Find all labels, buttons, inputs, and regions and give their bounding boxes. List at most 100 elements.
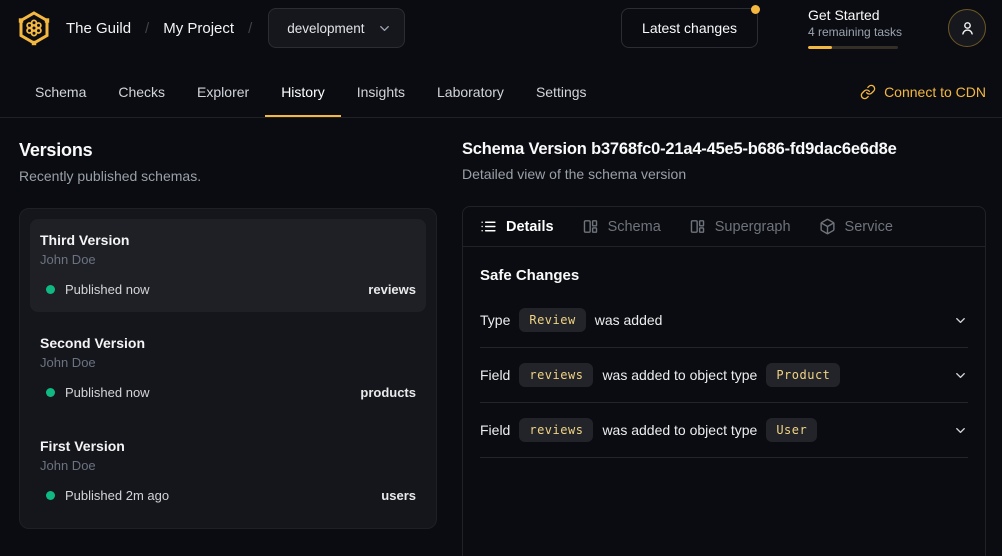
tab-laboratory[interactable]: Laboratory [421, 68, 520, 117]
tab-settings[interactable]: Settings [520, 68, 603, 117]
version-list-item[interactable]: Third Version John Doe Published now rev… [30, 219, 426, 312]
version-name: First Version [40, 438, 416, 454]
change-middle: was added to object type [602, 422, 757, 438]
published-label: Published now [65, 385, 150, 400]
version-status-row: Published 2m ago users [40, 488, 416, 503]
target-selector-dropdown[interactable]: development [268, 8, 404, 48]
columns-icon [689, 218, 706, 235]
versions-title: Versions [19, 140, 437, 161]
chevron-down-icon[interactable] [953, 313, 968, 328]
tab-schema[interactable]: Schema [19, 68, 102, 117]
service-name: products [360, 385, 416, 400]
service-name: reviews [368, 282, 416, 297]
tab-checks[interactable]: Checks [102, 68, 181, 117]
tab-explorer[interactable]: Explorer [181, 68, 265, 117]
tab-label: Service [845, 219, 893, 235]
tab-service[interactable]: Service [819, 218, 893, 235]
version-status-row: Published now reviews [40, 282, 416, 297]
breadcrumb: The Guild / My Project / [66, 20, 252, 37]
target-selector-value: development [287, 21, 364, 36]
schema-version-panel: Details Schema [462, 206, 986, 556]
top-bar: The Guild / My Project / development Lat… [0, 0, 1002, 56]
main-nav: Schema Checks Explorer History Insights … [0, 56, 1002, 118]
tab-label: History [281, 84, 325, 100]
version-author: John Doe [40, 355, 416, 370]
tab-schema-view[interactable]: Schema [582, 218, 661, 235]
change-row[interactable]: Field reviews was added to object type P… [480, 348, 968, 403]
change-row[interactable]: Type Review was added [480, 293, 968, 348]
chevron-down-icon[interactable] [953, 423, 968, 438]
change-prefix: Type [480, 312, 510, 328]
breadcrumb-project[interactable]: My Project [163, 20, 234, 37]
version-name: Second Version [40, 335, 416, 351]
get-started-title: Get Started [808, 7, 898, 25]
change-middle: was added [595, 312, 663, 328]
version-name: Third Version [40, 232, 416, 248]
published-dot-icon [46, 491, 55, 500]
connect-to-cdn-link[interactable]: Connect to CDN [860, 68, 986, 117]
change-code-badge: Product [766, 363, 840, 387]
tab-label: Insights [357, 84, 405, 100]
page-content: Versions Recently published schemas. Thi… [0, 118, 1002, 556]
cube-icon [819, 218, 836, 235]
versions-subtitle: Recently published schemas. [19, 168, 437, 184]
version-list-item[interactable]: First Version John Doe Published 2m ago … [30, 425, 426, 518]
published-dot-icon [46, 388, 55, 397]
tab-label: Schema [35, 84, 86, 100]
person-icon [958, 19, 977, 38]
published-dot-icon [46, 285, 55, 294]
schema-version-title: Schema Version b3768fc0-21a4-45e5-b686-f… [462, 140, 986, 159]
version-list: Third Version John Doe Published now rev… [19, 208, 437, 529]
tab-label: Explorer [197, 84, 249, 100]
tab-label: Laboratory [437, 84, 504, 100]
get-started-subtitle: 4 remaining tasks [808, 24, 898, 40]
tab-history[interactable]: History [265, 68, 341, 117]
get-started-progress-fill [808, 46, 832, 50]
breadcrumb-org[interactable]: The Guild [66, 20, 131, 37]
safe-changes-title: Safe Changes [480, 267, 968, 284]
nav-spacer [603, 68, 861, 117]
change-code-badge: Review [519, 308, 585, 332]
chevron-down-icon[interactable] [953, 368, 968, 383]
schema-version-detail-column: Schema Version b3768fc0-21a4-45e5-b686-f… [462, 140, 986, 556]
tab-label: Schema [608, 219, 661, 235]
list-icon [480, 218, 497, 235]
published-label: Published 2m ago [65, 488, 169, 503]
change-prefix: Field [480, 422, 510, 438]
get-started-progress-bar [808, 46, 898, 50]
tab-label: Checks [118, 84, 165, 100]
app-root: The Guild / My Project / development Lat… [0, 0, 1002, 556]
version-status-row: Published now products [40, 385, 416, 400]
connect-to-cdn-label: Connect to CDN [884, 84, 986, 100]
tab-label: Details [506, 219, 554, 235]
published-label: Published now [65, 282, 150, 297]
version-list-item[interactable]: Second Version John Doe Published now pr… [30, 322, 426, 415]
change-middle: was added to object type [602, 367, 757, 383]
change-code-badge: User [766, 418, 817, 442]
breadcrumb-separator: / [145, 20, 149, 37]
change-code-badge: reviews [519, 363, 593, 387]
versions-column: Versions Recently published schemas. Thi… [19, 140, 437, 556]
tab-insights[interactable]: Insights [341, 68, 421, 117]
version-author: John Doe [40, 458, 416, 473]
tab-label: Settings [536, 84, 587, 100]
user-avatar[interactable] [948, 9, 986, 47]
detail-body: Safe Changes Type Review was added Field… [463, 247, 985, 458]
columns-icon [582, 218, 599, 235]
change-prefix: Field [480, 367, 510, 383]
detail-tabs: Details Schema [463, 207, 985, 247]
link-icon [860, 84, 876, 100]
version-author: John Doe [40, 252, 416, 267]
notification-dot [751, 5, 760, 14]
latest-changes-button[interactable]: Latest changes [621, 8, 758, 48]
change-code-badge: reviews [519, 418, 593, 442]
hive-logo-icon[interactable] [16, 10, 52, 46]
latest-changes-label: Latest changes [642, 20, 737, 36]
change-row[interactable]: Field reviews was added to object type U… [480, 403, 968, 458]
service-name: users [381, 488, 416, 503]
tab-details[interactable]: Details [480, 218, 554, 235]
breadcrumb-separator: / [248, 20, 252, 37]
chevron-down-icon [377, 21, 392, 36]
tab-supergraph[interactable]: Supergraph [689, 218, 791, 235]
get-started-widget[interactable]: Get Started 4 remaining tasks [808, 7, 898, 49]
